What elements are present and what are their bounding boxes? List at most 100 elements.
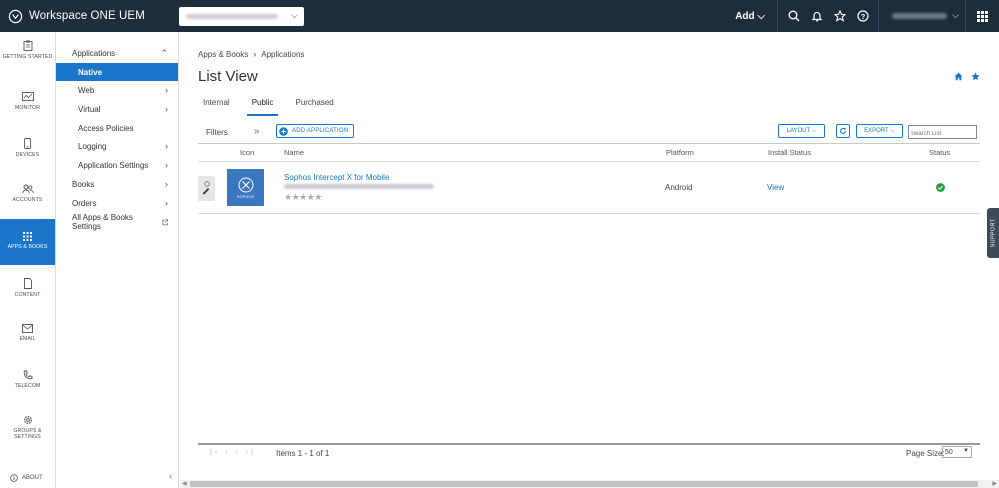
about-label: ABOUT bbox=[22, 475, 43, 481]
column-install-status[interactable]: Install Status bbox=[768, 148, 811, 157]
main-content: Apps & Books › Applications List View Inte… bbox=[180, 32, 999, 488]
add-application-label: ADD APPLICATION bbox=[292, 128, 349, 134]
rail-item-telecom[interactable]: TELECOM bbox=[0, 370, 55, 416]
collapse-nav-icon[interactable]: ‹ bbox=[169, 471, 172, 481]
rail-item-getting-started[interactable]: GETTING STARTED bbox=[0, 40, 55, 86]
expand-filters-icon[interactable]: » bbox=[254, 126, 260, 137]
search-icon[interactable] bbox=[782, 10, 805, 22]
support-tab[interactable]: SUPPORT bbox=[987, 208, 999, 258]
subnav-access-policies[interactable]: Access Policies bbox=[56, 119, 178, 137]
tab-bar: Internal Public Purchased bbox=[198, 96, 351, 116]
monitor-icon bbox=[21, 92, 34, 101]
horizontal-scrollbar[interactable]: ◀ ▶ bbox=[180, 480, 999, 488]
rail-item-devices[interactable]: DEVICES bbox=[0, 138, 55, 184]
breadcrumb-applications: Applications bbox=[261, 50, 305, 59]
phone-icon bbox=[24, 138, 31, 149]
pager-controls: |‹ ‹ › ›| bbox=[210, 449, 256, 456]
export-button[interactable]: EXPORT ⌵ bbox=[856, 124, 903, 138]
subnav-applications[interactable]: Applications ⌃ bbox=[56, 44, 178, 62]
rail-item-label: GETTING STARTED bbox=[2, 54, 53, 60]
rail-item-apps-books[interactable]: APPS & BOOKS bbox=[0, 219, 55, 265]
column-name[interactable]: Name bbox=[284, 148, 304, 157]
table-row[interactable]: SOPHOS Sophos Intercept X for Mobile ★★★… bbox=[198, 162, 980, 214]
search-list-input[interactable] bbox=[908, 125, 977, 139]
svg-text:?: ? bbox=[860, 12, 865, 21]
filters-label[interactable]: Filters bbox=[206, 128, 228, 137]
chevron-right-icon: › bbox=[165, 85, 168, 95]
top-bar: Workspace ONE UEM ⌵ Add ⌵ ? ⌵ bbox=[0, 0, 999, 32]
rail-item-email[interactable]: EMAIL bbox=[0, 324, 55, 370]
subnav-all-settings[interactable]: All Apps & Books Settings bbox=[56, 213, 178, 231]
subnav-label: Applications bbox=[72, 48, 116, 58]
user-menu[interactable]: ⌵ bbox=[889, 0, 959, 32]
layout-button[interactable]: LAYOUT ⌵ bbox=[778, 124, 825, 138]
row-actions-handle[interactable] bbox=[198, 176, 215, 201]
chevron-right-icon: › bbox=[165, 160, 168, 170]
home-icon[interactable] bbox=[954, 72, 963, 81]
add-menu-button[interactable]: Add ⌵ bbox=[735, 11, 765, 22]
page-size-select[interactable]: 50 ▼ bbox=[942, 446, 972, 458]
chevron-right-icon: › bbox=[165, 104, 168, 114]
app-platform: Android bbox=[665, 183, 693, 192]
page-size-value: 50 bbox=[945, 449, 953, 456]
subnav-orders[interactable]: Orders › bbox=[56, 194, 178, 212]
chevron-down-icon: ⌵ bbox=[890, 127, 895, 134]
info-icon bbox=[10, 474, 18, 482]
column-status[interactable]: Status bbox=[929, 148, 950, 157]
sophos-logo-icon bbox=[238, 177, 253, 192]
subnav-web[interactable]: Web › bbox=[56, 81, 178, 99]
chevron-down-icon: ⌵ bbox=[952, 10, 959, 20]
export-label: EXPORT bbox=[864, 128, 889, 134]
favorite-star-icon[interactable] bbox=[971, 72, 980, 81]
breadcrumb-apps-books[interactable]: Apps & Books bbox=[198, 50, 248, 59]
brand[interactable]: Workspace ONE UEM bbox=[8, 9, 178, 24]
list-toolbar: Filters » ADD APPLICATION LAYOUT ⌵ EXPOR… bbox=[198, 122, 980, 140]
install-status-view-link[interactable]: View bbox=[767, 183, 784, 192]
support-label: SUPPORT bbox=[990, 218, 996, 248]
external-link-icon bbox=[162, 218, 168, 225]
tab-purchased[interactable]: Purchased bbox=[290, 96, 338, 116]
scroll-right-icon[interactable]: ▶ bbox=[992, 480, 997, 487]
clipboard-icon bbox=[23, 40, 32, 51]
star-icon[interactable] bbox=[828, 10, 851, 22]
app-icon-label: SOPHOS bbox=[236, 194, 255, 199]
chevron-right-icon: › bbox=[165, 198, 168, 208]
tab-public[interactable]: Public bbox=[246, 96, 279, 116]
subnav-logging[interactable]: Logging › bbox=[56, 137, 178, 155]
subnav-label: Orders bbox=[72, 198, 97, 208]
subnav-native[interactable]: Native bbox=[56, 63, 178, 81]
rail-item-label: DEVICES bbox=[15, 152, 40, 158]
rating-stars: ★★★★★ bbox=[284, 192, 322, 202]
subnav-virtual[interactable]: Virtual › bbox=[56, 100, 178, 118]
rail-item-label: APPS & BOOKS bbox=[7, 244, 48, 250]
rail-item-monitor[interactable]: MONITOR bbox=[0, 92, 55, 138]
column-platform[interactable]: Platform bbox=[666, 148, 694, 157]
subnav-label: Virtual bbox=[78, 104, 101, 114]
workspace-one-logo-icon bbox=[8, 9, 23, 23]
subnav-application-settings[interactable]: Application Settings › bbox=[56, 156, 178, 174]
organization-group-select[interactable]: ⌵ bbox=[179, 6, 304, 26]
rail-item-groups-settings[interactable]: GROUPS & SETTINGS bbox=[0, 415, 55, 461]
app-name-link[interactable]: Sophos Intercept X for Mobile bbox=[284, 173, 389, 182]
refresh-button[interactable] bbox=[836, 124, 850, 138]
tab-internal[interactable]: Internal bbox=[198, 96, 235, 116]
about-link[interactable]: ABOUT bbox=[10, 474, 43, 482]
subnav-books[interactable]: Books › bbox=[56, 175, 178, 193]
apps-grid-icon[interactable] bbox=[966, 0, 999, 32]
help-icon[interactable]: ? bbox=[851, 10, 874, 22]
scrollbar-thumb[interactable] bbox=[190, 481, 978, 487]
subnav-label: All Apps & Books Settings bbox=[72, 213, 133, 231]
rail-item-label: EMAIL bbox=[19, 336, 36, 342]
add-application-button[interactable]: ADD APPLICATION bbox=[276, 124, 354, 138]
username-redacted bbox=[892, 13, 947, 19]
chevron-right-icon: › bbox=[253, 49, 257, 59]
organization-group-value-redacted bbox=[186, 13, 278, 19]
app-icon[interactable]: SOPHOS bbox=[227, 169, 264, 206]
rail-item-content[interactable]: CONTENT bbox=[0, 278, 55, 324]
primary-nav-rail: GETTING STARTED MONITOR DEVICES ACCOUNTS… bbox=[0, 32, 56, 488]
chevron-up-icon: ⌃ bbox=[160, 47, 168, 58]
page-size-label: Page Size: bbox=[906, 449, 945, 458]
bell-icon[interactable] bbox=[805, 10, 828, 22]
column-icon[interactable]: Icon bbox=[240, 148, 254, 157]
scroll-left-icon[interactable]: ◀ bbox=[182, 480, 187, 487]
